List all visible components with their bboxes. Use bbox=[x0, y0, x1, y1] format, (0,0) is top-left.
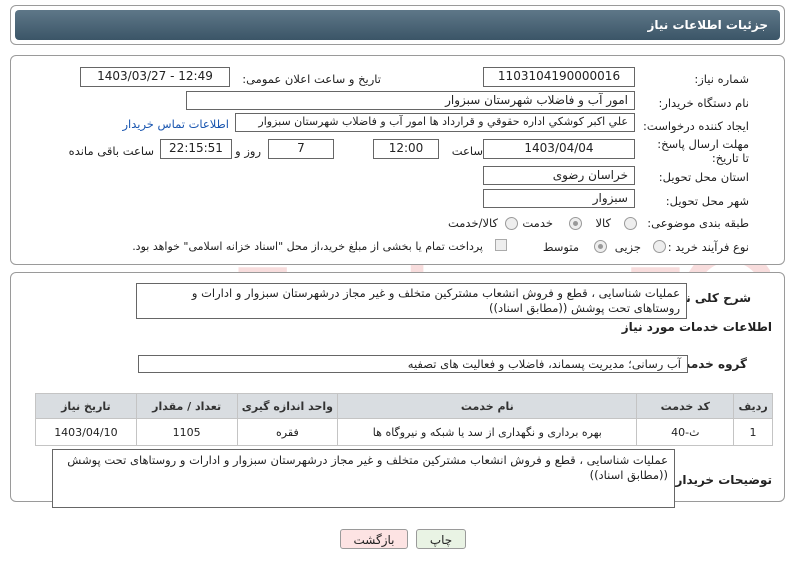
payment-note: پرداخت تمام یا بخشی از مبلغ خرید،از محل … bbox=[132, 240, 483, 253]
process-option-minor: جزیی bbox=[614, 240, 641, 254]
days-count-field: 7 bbox=[268, 139, 334, 159]
col-name: نام خدمت bbox=[337, 393, 638, 419]
process-option-medium: متوسط bbox=[542, 240, 579, 254]
category-option-goods-service: کالا/خدمت bbox=[447, 216, 498, 230]
cell-date: 1403/04/10 bbox=[35, 418, 137, 446]
category-label: طبقه بندی موضوعی: bbox=[647, 216, 749, 230]
page-title: جزئیات اطلاعات نیاز bbox=[647, 18, 768, 32]
page-header: جزئیات اطلاعات نیاز bbox=[10, 5, 785, 45]
creator-label: ایجاد کننده درخواست: bbox=[643, 119, 749, 133]
buyer-org-label: نام دستگاه خریدار: bbox=[658, 96, 749, 110]
col-code: کد خدمت bbox=[636, 393, 735, 419]
city-label: شهر محل تحویل: bbox=[665, 194, 749, 208]
need-number-label: شماره نیاز: bbox=[694, 72, 749, 86]
process-radio-minor[interactable] bbox=[653, 240, 666, 253]
summary-field: عملیات شناسایی ، قطع و فروش انشعاب مشترک… bbox=[136, 283, 687, 319]
days-label: روز و bbox=[235, 144, 261, 158]
category-option-service: خدمت bbox=[522, 216, 553, 230]
col-row: ردیف bbox=[733, 393, 773, 419]
service-group-field: آب رسانی؛ مدیریت پسماند، فاضلاب و فعالیت… bbox=[138, 355, 688, 373]
buyer-notes-field: عملیات شناسایی ، قطع و فروش انشعاب مشترک… bbox=[52, 449, 675, 508]
cell-name: بهره برداری و نگهداری از سد یا شبکه و نی… bbox=[337, 418, 638, 446]
buyer-notes-label: توضیحات خریدار: bbox=[670, 473, 772, 487]
cell-code: ث-40 bbox=[636, 418, 735, 446]
city-field: سبزوار bbox=[483, 189, 635, 208]
header-bar: جزئیات اطلاعات نیاز bbox=[15, 10, 780, 40]
col-unit: واحد اندازه گیری bbox=[236, 393, 339, 419]
announce-date-field: 1403/03/27 - 12:49 bbox=[80, 67, 230, 87]
category-radio-goods[interactable] bbox=[624, 217, 637, 230]
deadline-label: مهلت ارسال پاسخ: تا تاریخ: bbox=[657, 137, 749, 165]
cell-unit: فقره bbox=[236, 418, 339, 446]
category-radio-service[interactable] bbox=[569, 217, 582, 230]
process-radio-medium[interactable] bbox=[594, 240, 607, 253]
col-qty: تعداد / مقدار bbox=[135, 393, 238, 419]
deadline-date-field: 1403/04/04 bbox=[483, 139, 635, 159]
cell-row: 1 bbox=[733, 418, 773, 446]
province-field: خراسان رضوی bbox=[483, 166, 635, 185]
services-section-title: اطلاعات خدمات مورد نیاز bbox=[621, 320, 772, 334]
category-radio-goods-service[interactable] bbox=[505, 217, 518, 230]
buyer-contact-link[interactable]: اطلاعات تماس خریدار bbox=[122, 117, 229, 131]
buyer-org-field: امور آب و فاضلاب شهرستان سبزوار bbox=[186, 91, 635, 110]
print-button[interactable]: چاپ bbox=[416, 529, 466, 549]
back-button[interactable]: بازگشت bbox=[340, 529, 408, 549]
deadline-time-label: ساعت bbox=[451, 144, 483, 158]
process-label: نوع فرآیند خرید : bbox=[667, 240, 749, 254]
deadline-time-field: 12:00 bbox=[373, 139, 439, 159]
table-header-row: ردیف کد خدمت نام خدمت واحد اندازه گیری ت… bbox=[35, 393, 773, 419]
cell-qty: 1105 bbox=[135, 418, 238, 446]
creator-field: علي اكبر كوشكي اداره حقوقي و قرارداد ها … bbox=[235, 113, 635, 132]
need-number-field: 1103104190000016 bbox=[483, 67, 635, 87]
col-date: تاریخ نیاز bbox=[35, 393, 137, 419]
remaining-time-label: ساعت باقی مانده bbox=[68, 144, 154, 158]
announce-date-label: تاریخ و ساعت اعلان عمومی: bbox=[242, 72, 381, 86]
table-row: 1 ث-40 بهره برداری و نگهداری از سد یا شب… bbox=[35, 418, 773, 446]
remaining-time-field: 22:15:51 bbox=[160, 139, 232, 159]
category-option-goods: کالا bbox=[595, 216, 611, 230]
province-label: استان محل تحویل: bbox=[658, 170, 749, 184]
treasury-payment-checkbox[interactable] bbox=[495, 239, 507, 251]
services-table: ردیف کد خدمت نام خدمت واحد اندازه گیری ت… bbox=[35, 393, 773, 446]
